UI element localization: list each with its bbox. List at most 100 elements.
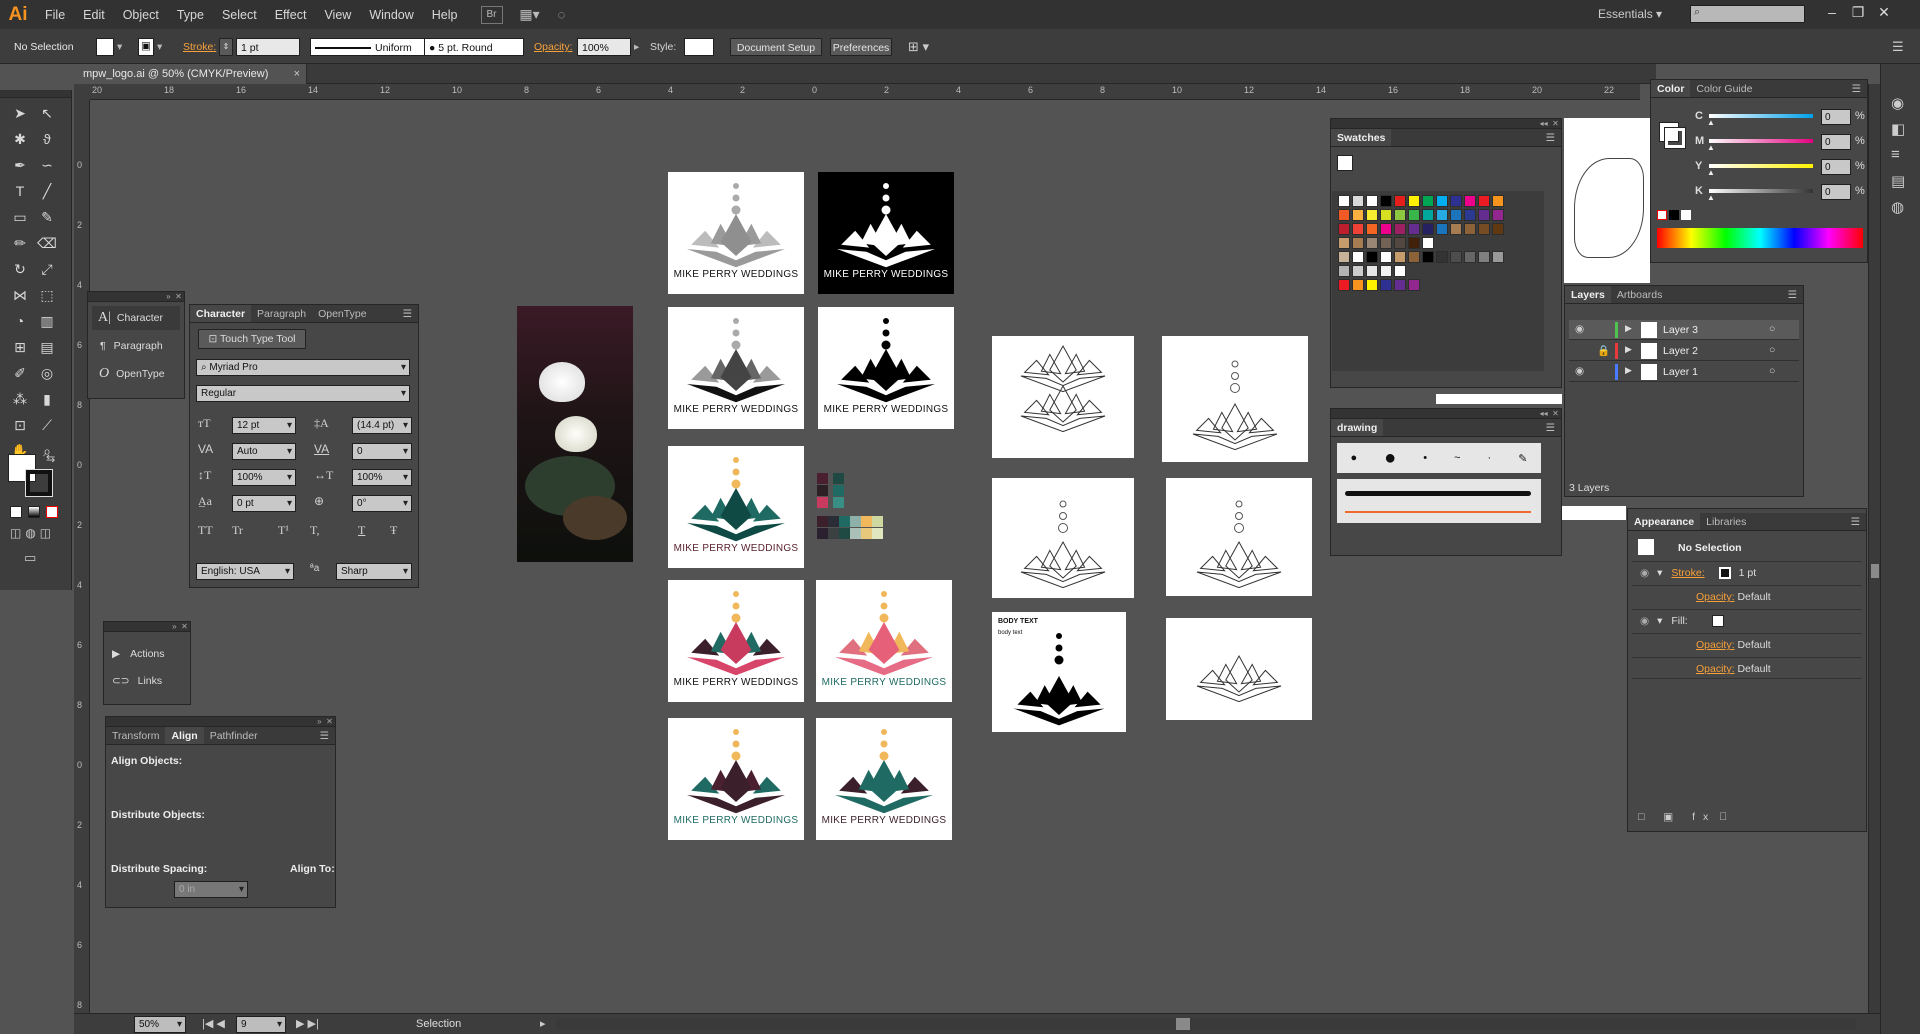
menu-effect[interactable]: Effect: [266, 8, 316, 22]
stroke-stepper[interactable]: ⇕: [219, 38, 233, 56]
column-graph-icon[interactable]: ▮: [36, 388, 58, 410]
close-icon[interactable]: ✕: [1875, 4, 1893, 22]
paragraph-mini-item[interactable]: ¶ Paragraph: [92, 334, 180, 358]
cmyk-slider-thumb[interactable]: ▲: [1707, 168, 1715, 177]
rectangle-tool-icon[interactable]: ▭: [9, 206, 31, 228]
cmyk-slider-thumb[interactable]: ▲: [1707, 193, 1715, 202]
fill-color-swatch[interactable]: [1711, 615, 1724, 628]
symbol-sprayer-icon[interactable]: ⁂: [9, 388, 31, 410]
swatch-cell[interactable]: [1394, 209, 1406, 221]
restore-icon[interactable]: ❐: [1849, 4, 1867, 22]
color-menu-icon[interactable]: ☰: [1846, 80, 1867, 97]
white-swatch[interactable]: [1681, 210, 1691, 220]
palette-chip[interactable]: [817, 473, 828, 484]
swatch-cell[interactable]: [1492, 209, 1504, 221]
logo-artboard[interactable]: MIKE PERRY WEDDINGS: [668, 446, 804, 568]
cmyk-slider-track[interactable]: [1709, 139, 1813, 143]
palette-chip[interactable]: [817, 497, 828, 508]
swatch-cell[interactable]: [1380, 209, 1392, 221]
mesh-icon[interactable]: ⊞: [9, 336, 31, 358]
layer-target-icon[interactable]: ○: [1769, 344, 1775, 356]
cmyk-value-field[interactable]: 0: [1821, 134, 1851, 150]
font-style-dropdown[interactable]: Regular: [196, 385, 410, 402]
none-swatch[interactable]: [1657, 210, 1667, 220]
palette-chip[interactable]: [828, 516, 839, 527]
swatch-cell[interactable]: [1478, 251, 1490, 263]
logo-artboard[interactable]: [1162, 336, 1308, 462]
draw-mode-icon[interactable]: ◫◍◫: [10, 526, 55, 540]
subscript-icon[interactable]: T,: [310, 523, 319, 538]
cmyk-slider-thumb[interactable]: ▲: [1707, 118, 1715, 127]
layer-target-icon[interactable]: ○: [1769, 323, 1775, 335]
graphic-style-picker[interactable]: [684, 38, 714, 56]
swatch-cell[interactable]: [1478, 223, 1490, 235]
artboard-icon[interactable]: ⊡: [9, 414, 31, 436]
layer-expand-icon[interactable]: ▶: [1625, 323, 1632, 334]
swatch-cell[interactable]: [1338, 237, 1350, 249]
swatch-cell[interactable]: [1422, 251, 1434, 263]
language-dropdown[interactable]: English: USA: [196, 563, 294, 580]
stroke-label[interactable]: Stroke:: [183, 38, 216, 56]
swatch-cell[interactable]: [1366, 223, 1378, 235]
swatch-cell[interactable]: [1380, 195, 1392, 207]
swatch-cell[interactable]: [1380, 223, 1392, 235]
palette-chip[interactable]: [861, 516, 872, 527]
swatch-cell[interactable]: [1450, 251, 1462, 263]
logo-artboard[interactable]: MIKE PERRY WEDDINGS: [668, 718, 804, 840]
type-tool-icon[interactable]: T: [9, 180, 31, 202]
appearance-stroke-opacity-row[interactable]: Opacity: Default: [1632, 585, 1862, 607]
panel-menu-icon[interactable]: ☰: [397, 305, 418, 322]
vertical-ruler[interactable]: 0 2 4 6 8 0 2 4 6 8 0 2 4 6 8: [74, 100, 90, 1015]
swatch-cell[interactable]: [1464, 251, 1476, 263]
selection-tool-icon[interactable]: ➤: [9, 102, 31, 124]
swatch-cell[interactable]: [1464, 195, 1476, 207]
layer-name[interactable]: Layer 1: [1663, 366, 1698, 378]
palette-chip[interactable]: [839, 528, 850, 539]
logo-artboard[interactable]: MIKE PERRY WEDDINGS: [818, 307, 954, 429]
fill-dropdown-icon[interactable]: ▾: [117, 38, 122, 56]
stroke-weight-field[interactable]: 1 pt: [236, 38, 300, 56]
preferences-button[interactable]: Preferences: [830, 38, 892, 56]
cmyk-value-field[interactable]: 0: [1821, 159, 1851, 175]
layer-row[interactable]: ◉ ▶ Layer 3 ○: [1569, 320, 1799, 340]
horizontal-ruler[interactable]: 20 18 16 14 12 10 8 6 4 2 0 2 4 6 8 10 12 14 16 18 20 22: [90, 84, 1640, 100]
swatch-cell[interactable]: [1338, 223, 1350, 235]
swatch-cell[interactable]: [1352, 209, 1364, 221]
underline-icon[interactable]: T: [358, 523, 365, 538]
layer-row[interactable]: ◉ ▶ Layer 1 ○: [1569, 362, 1799, 382]
fill-opacity-label[interactable]: Opacity:: [1696, 639, 1735, 651]
black-swatch[interactable]: [1669, 210, 1679, 220]
swatch-cell[interactable]: [1408, 237, 1420, 249]
vertical-scroll-thumb[interactable]: [1871, 564, 1879, 578]
menu-edit[interactable]: Edit: [74, 8, 114, 22]
tab-layers[interactable]: Layers: [1565, 286, 1611, 303]
logo-artboard[interactable]: [992, 336, 1134, 458]
palette-chip[interactable]: [861, 528, 872, 539]
swatch-cell[interactable]: [1408, 223, 1420, 235]
font-size-field[interactable]: 12 pt: [232, 417, 296, 434]
status-menu-icon[interactable]: ▸: [540, 1017, 546, 1030]
tab-opentype[interactable]: OpenType: [312, 305, 372, 322]
swatch-cell[interactable]: [1464, 209, 1476, 221]
swatch-cell[interactable]: [1450, 195, 1462, 207]
color-mode-icon[interactable]: [10, 506, 22, 518]
layers-menu-icon[interactable]: ☰: [1782, 286, 1803, 303]
paintbrush-icon[interactable]: ✎: [36, 206, 58, 228]
arrange-icon[interactable]: ⊞ ▾: [908, 38, 929, 56]
transparency-icon[interactable]: ◍: [1891, 198, 1904, 216]
rotate-icon[interactable]: ↻: [9, 258, 31, 280]
horizontal-scroll-thumb[interactable]: [1176, 1018, 1190, 1030]
logo-artboard[interactable]: [1166, 618, 1312, 720]
swatch-cell[interactable]: [1422, 195, 1434, 207]
anti-aliasing-dropdown[interactable]: Sharp: [336, 563, 412, 580]
palette-chip[interactable]: [817, 485, 828, 496]
color-guide-icon[interactable]: ◧: [1891, 120, 1905, 138]
swatch-cell[interactable]: [1380, 265, 1392, 277]
appearance-footer-icons[interactable]: □ ▣ fx ⃠: [1638, 811, 1735, 823]
touch-type-tool-button[interactable]: ⊡ Touch Type Tool: [198, 329, 306, 349]
menu-view[interactable]: View: [315, 8, 360, 22]
logo-artboard[interactable]: [992, 478, 1134, 598]
swap-fill-stroke-icon[interactable]: ⇆: [46, 452, 55, 465]
direct-selection-icon[interactable]: ↖: [36, 102, 58, 124]
arrange-documents-icon[interactable]: ▦▾: [515, 6, 545, 24]
